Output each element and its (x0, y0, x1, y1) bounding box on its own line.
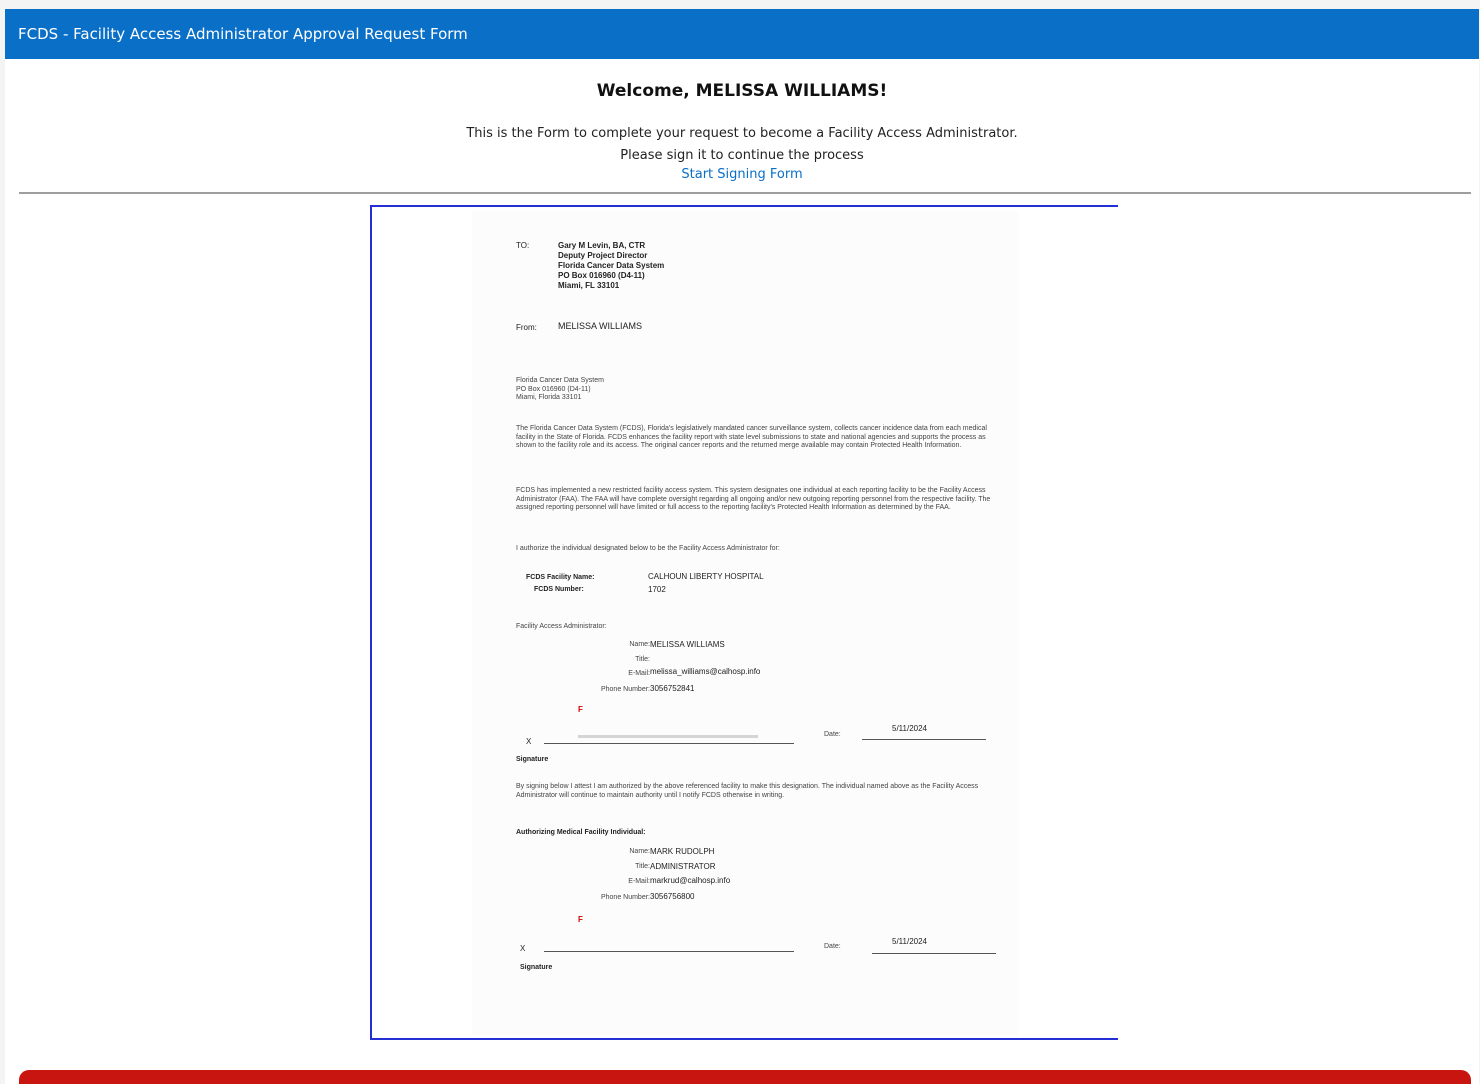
required-flag: F (578, 915, 583, 924)
auth-date-value: 5/11/2024 (892, 937, 927, 946)
faa-name-value: MELISSA WILLIAMS (650, 640, 725, 649)
faa-signature-line (544, 743, 794, 744)
address-line: Miami, Florida 33101 (516, 394, 582, 401)
auth-title-label: Title: (635, 863, 650, 870)
paragraph-1: The Florida Cancer Data System (FCDS), F… (516, 425, 987, 449)
return-address: Florida Cancer Data System PO Box 016960… (516, 377, 996, 403)
paragraph-4: By signing below I attest I am authorize… (516, 783, 979, 799)
welcome-heading: Welcome, MELISSA WILLIAMS! (596, 81, 888, 101)
faa-phone-value: 3056752841 (650, 684, 695, 693)
faa-phone-label: Phone Number: (600, 686, 650, 693)
to-line: Florida Cancer Data System (558, 261, 665, 270)
auth-phone-label: Phone Number: (600, 894, 650, 901)
to-address: Gary M Levin, BA, CTR Deputy Project Dir… (558, 241, 664, 291)
auth-phone-value: 3056756800 (650, 892, 695, 901)
faa-title-label: Title: (635, 656, 650, 663)
document-viewer[interactable]: TO: Gary M Levin, BA, CTR Deputy Project… (370, 205, 1118, 1040)
auth-name-value: MARK RUDOLPH (650, 847, 715, 856)
sig-x: X (520, 944, 526, 953)
start-signing-link[interactable]: Start Signing Form (5, 167, 1479, 182)
fcds-number-label: FCDS Number: (534, 586, 584, 593)
auth-email-label: E-Mail: (628, 878, 650, 885)
page-title: FCDS - Facility Access Administrator App… (18, 25, 468, 43)
to-line: Miami, FL 33101 (558, 281, 620, 290)
signature-label: Signature (516, 756, 549, 763)
date-label: Date: (824, 731, 841, 738)
auth-title-value: ADMINISTRATOR (650, 862, 716, 871)
auth-email-value: markrud@calhosp.info (650, 876, 731, 885)
from-name: MELISSA WILLIAMS (558, 321, 643, 331)
auth-heading: Authorizing Medical Facility Individual: (516, 829, 646, 836)
address-line: PO Box 016960 (D4-11) (516, 385, 591, 393)
to-line: Gary M Levin, BA, CTR (558, 241, 646, 250)
intro-line-2: Please sign it to continue the process (620, 148, 864, 163)
document-page: TO: Gary M Levin, BA, CTR Deputy Project… (472, 211, 1018, 1035)
header-bar: FCDS - Facility Access Administrator App… (5, 9, 1479, 59)
faa-date-value: 5/11/2024 (892, 724, 927, 733)
required-flag: F (578, 705, 583, 714)
faa-email-value: melissa_williams@calhosp.info (650, 667, 761, 676)
intro-line-1: This is the Form to complete your reques… (466, 126, 1018, 141)
fcds-number-value: 1702 (648, 585, 666, 594)
signature-label: Signature (520, 964, 553, 971)
address-line: Florida Cancer Data System (516, 377, 604, 384)
facility-name-label: FCDS Facility Name: (526, 574, 595, 581)
start-signing-link-label[interactable]: Start Signing Form (681, 167, 802, 182)
facility-name-value: CALHOUN LIBERTY HOSPITAL (648, 572, 764, 581)
to-line: Deputy Project Director (558, 251, 648, 260)
auth-name-label: Name: (629, 848, 650, 855)
alert-bar (19, 1070, 1471, 1084)
to-line: PO Box 016960 (D4-11) (558, 271, 645, 280)
intro-text: This is the Form to complete your reques… (5, 123, 1479, 167)
sig-x: X (526, 737, 532, 746)
faa-date-line (862, 739, 986, 740)
faa-name-label: Name: (629, 641, 650, 648)
faa-signature-stroke (578, 735, 758, 738)
from-label: From: (516, 323, 537, 332)
auth-signature-line (544, 951, 794, 952)
page: FCDS - Facility Access Administrator App… (5, 9, 1479, 1084)
date-label: Date: (824, 943, 841, 950)
auth-date-line (872, 953, 996, 954)
to-label: TO: (516, 241, 530, 250)
faa-heading: Facility Access Administrator: (516, 623, 607, 630)
faa-email-label: E-Mail: (628, 670, 650, 677)
divider (19, 192, 1471, 194)
paragraph-3: I authorize the individual designated be… (516, 545, 780, 552)
paragraph-2: FCDS has implemented a new restricted fa… (516, 487, 991, 511)
